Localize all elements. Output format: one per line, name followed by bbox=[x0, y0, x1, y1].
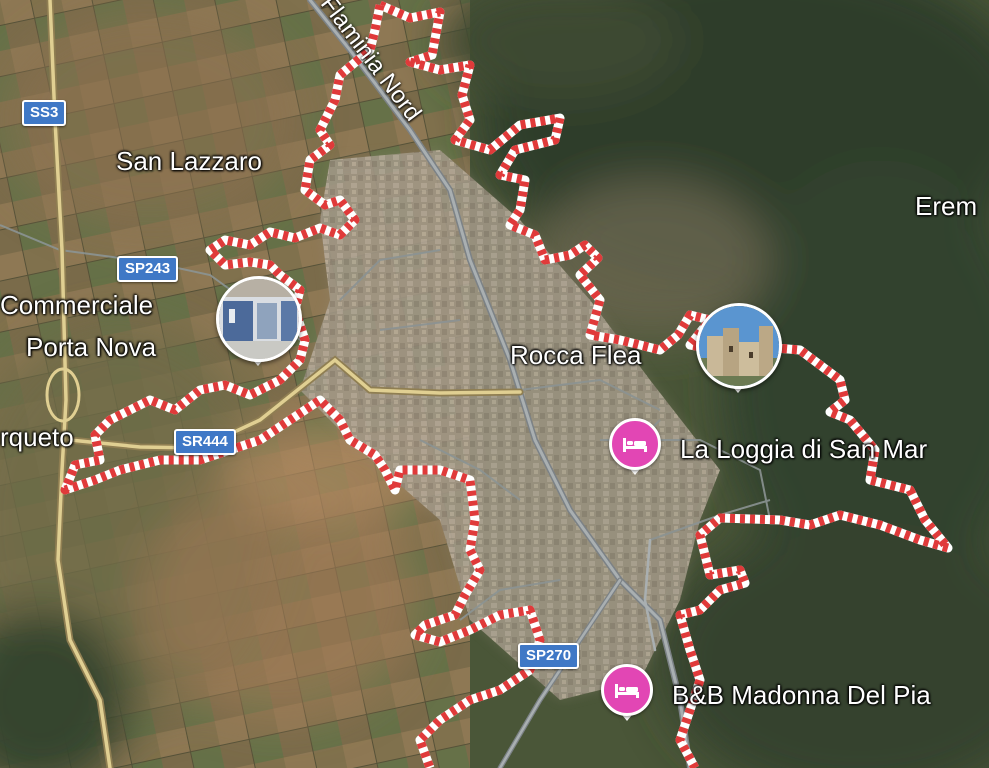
place-label-rocca-flea[interactable]: Rocca Flea bbox=[510, 340, 642, 370]
poi-marker-la-loggia[interactable] bbox=[609, 418, 663, 482]
satellite-map[interactable]: Via Flaminia Nord SS3 SP243 SR444 SP270 … bbox=[0, 0, 989, 768]
place-label-rqueto[interactable]: rqueto bbox=[0, 422, 74, 452]
road-shield-sr444[interactable]: SR444 bbox=[174, 429, 236, 455]
poi-marker-bb-madonna[interactable] bbox=[601, 664, 655, 728]
place-label-porta-nova[interactable]: Porta Nova bbox=[26, 332, 156, 362]
photo-pin-commerciale[interactable] bbox=[216, 276, 302, 366]
place-label-commerciale[interactable]: Commerciale bbox=[0, 290, 153, 320]
photo-pin-thumbnail-castle bbox=[696, 303, 782, 389]
poi-label-la-loggia[interactable]: La Loggia di San Mar bbox=[680, 434, 927, 464]
bed-icon bbox=[609, 418, 661, 470]
map-canvas bbox=[0, 0, 989, 768]
place-label-erem[interactable]: Erem bbox=[915, 191, 977, 221]
road-shield-ss3[interactable]: SS3 bbox=[22, 100, 67, 126]
road-shield-sp270[interactable]: SP270 bbox=[518, 643, 580, 669]
photo-pin-rocca-flea[interactable] bbox=[696, 303, 782, 393]
bed-icon bbox=[601, 664, 653, 716]
photo-pin-thumbnail-store bbox=[216, 276, 302, 362]
poi-label-bb-madonna[interactable]: B&B Madonna Del Pia bbox=[672, 680, 931, 710]
road-shield-sp243[interactable]: SP243 bbox=[117, 256, 179, 282]
place-label-san-lazzaro[interactable]: San Lazzaro bbox=[116, 146, 262, 176]
